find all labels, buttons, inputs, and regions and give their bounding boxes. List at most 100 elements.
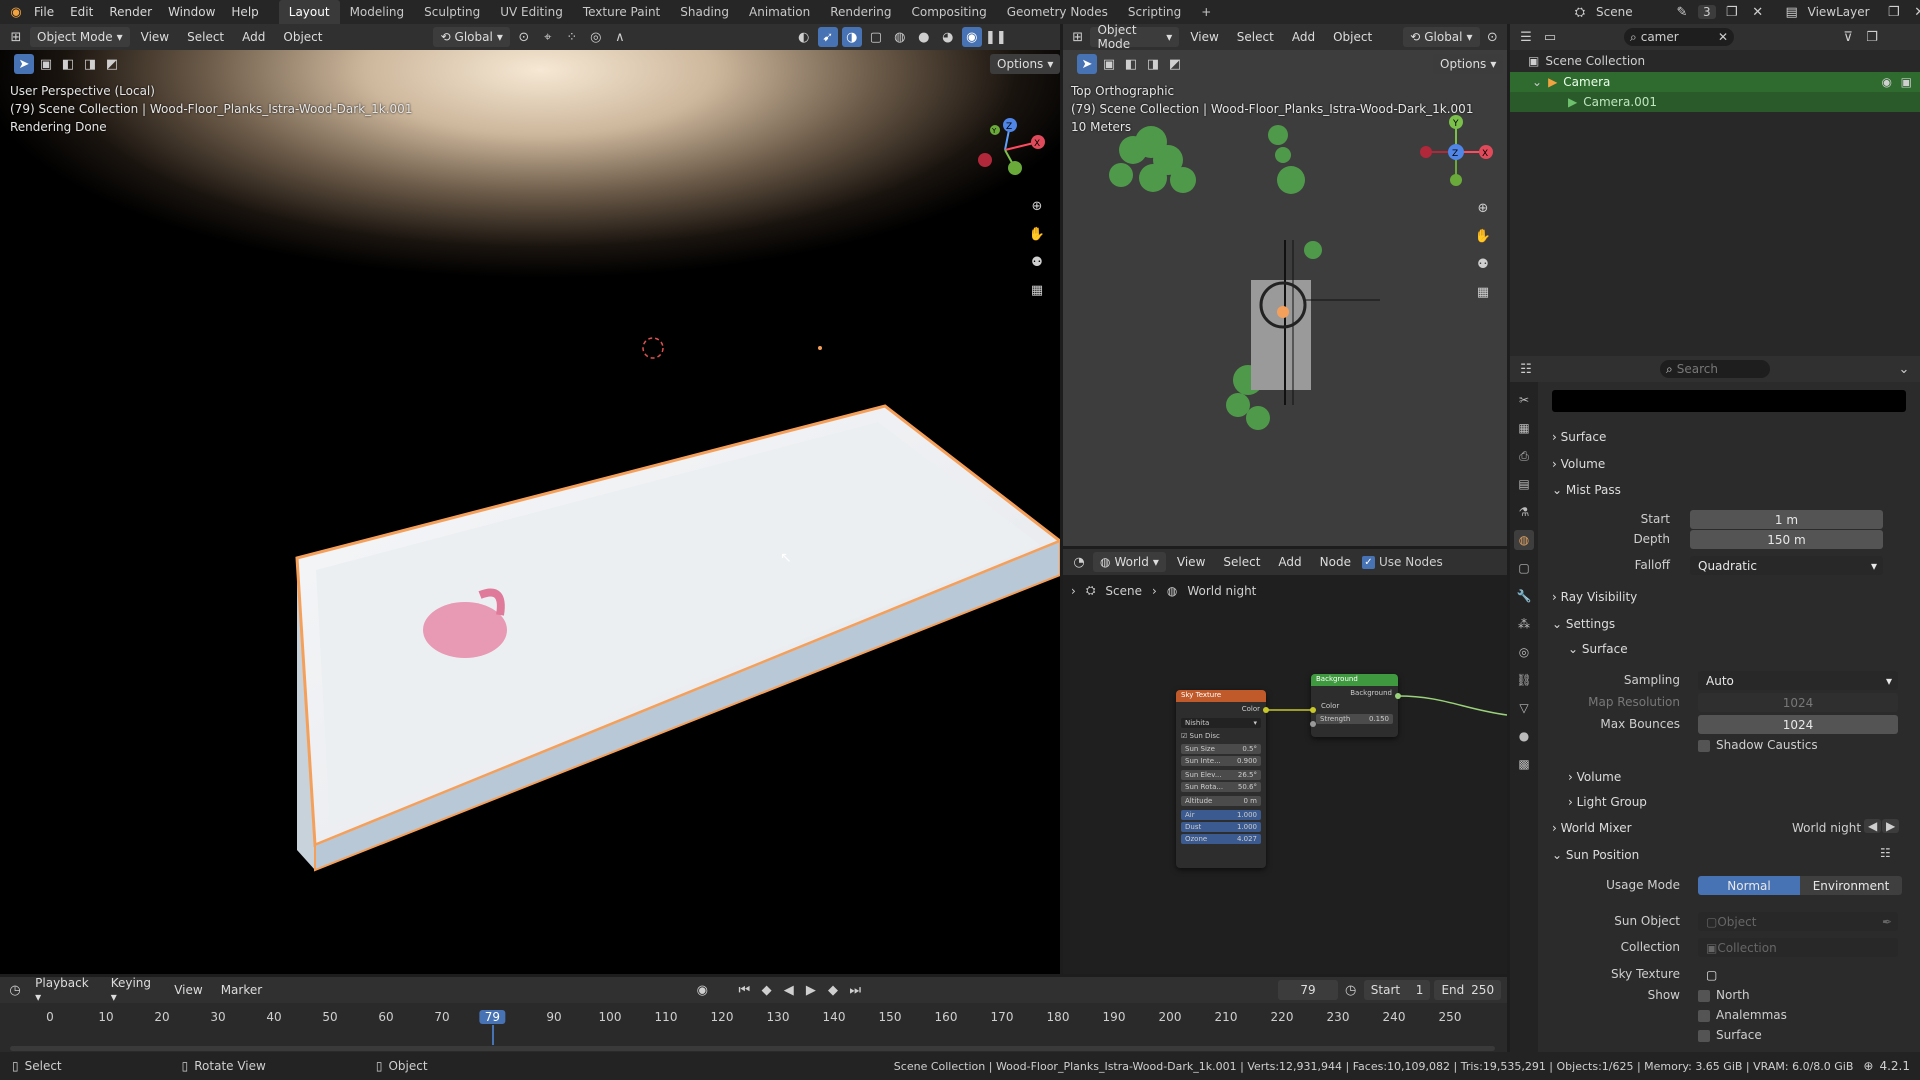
- shadow-caustics-checkbox[interactable]: [1698, 740, 1710, 752]
- transform-orientation-dropdown[interactable]: ⟲ Global ▾: [1403, 27, 1480, 47]
- mist-start-field[interactable]: 1 m: [1690, 510, 1883, 529]
- menu-view[interactable]: View: [1170, 555, 1212, 569]
- shading-wireframe-icon[interactable]: ◍: [890, 27, 910, 47]
- scene-icon[interactable]: ⛭: [1570, 2, 1590, 22]
- pin-icon[interactable]: ✎: [1672, 2, 1692, 22]
- menu-object[interactable]: Object: [276, 30, 329, 44]
- world-mixer-next-icon[interactable]: ▶: [1882, 819, 1900, 833]
- expand-icon[interactable]: ⌄: [1532, 75, 1542, 89]
- world-tab-icon[interactable]: ◍: [1514, 530, 1534, 550]
- subpanel-volume[interactable]: › Volume: [1568, 770, 1621, 784]
- zoom-icon[interactable]: ⊕: [1473, 198, 1493, 218]
- outliner[interactable]: ☰ ▭ ⌕ camer ✕ ⊽ ❐ ▣ Scene Collection ⌄ ▶…: [1510, 24, 1920, 356]
- use-nodes-checkbox[interactable]: ✓: [1361, 555, 1375, 569]
- particles-tab-icon[interactable]: ⁂: [1514, 614, 1534, 634]
- outliner-item-camera-data[interactable]: ▶ Camera.001: [1510, 92, 1920, 112]
- panel-settings[interactable]: ⌄ Settings: [1552, 617, 1615, 631]
- timeline-scrollbar[interactable]: [10, 1046, 1495, 1051]
- top-viewport[interactable]: ⊞ Object Mode ▾ View Select Add Object ⟲…: [1063, 24, 1507, 546]
- visibility-eye-icon[interactable]: ◉: [1882, 75, 1892, 89]
- show-north-checkbox[interactable]: [1698, 990, 1710, 1002]
- show-analemmas-checkbox[interactable]: [1698, 1010, 1710, 1022]
- strength-field[interactable]: Strength 0.150: [1316, 714, 1393, 724]
- menu-edit[interactable]: Edit: [62, 0, 101, 24]
- blender-logo-icon[interactable]: ◉: [6, 2, 26, 22]
- shader-type-dropdown[interactable]: ◍ World ▾: [1093, 552, 1166, 572]
- tab-rendering[interactable]: Rendering: [820, 0, 901, 24]
- tab-compositing[interactable]: Compositing: [901, 0, 996, 24]
- properties-editor[interactable]: ☷ ⌕ Search ⌄ ✂ ▦ ⎙ ▤ ⚗ ◍ ▢ 🔧 ⁂ ◎ ⛓ ▽ ● ▩…: [1510, 356, 1920, 1052]
- properties-search-input[interactable]: Search: [1677, 362, 1718, 376]
- new-collection-icon[interactable]: ❐: [1862, 27, 1882, 47]
- outliner-search-input[interactable]: camer: [1641, 30, 1714, 44]
- tab-texture-paint[interactable]: Texture Paint: [573, 0, 670, 24]
- show-surface-checkbox[interactable]: [1698, 1030, 1710, 1042]
- camera-view-icon[interactable]: ⚉: [1473, 254, 1493, 274]
- node-title[interactable]: Sky Texture: [1176, 690, 1266, 702]
- pan-hand-icon[interactable]: ✋: [1473, 226, 1493, 246]
- data-tab-icon[interactable]: ▽: [1514, 698, 1534, 718]
- max-bounces-field[interactable]: 1024: [1698, 715, 1898, 734]
- panel-volume[interactable]: › Volume: [1552, 457, 1605, 471]
- delete-scene-icon[interactable]: ✕: [1748, 2, 1768, 22]
- sky-texture-field[interactable]: ▢: [1698, 965, 1898, 984]
- sky-texture-node[interactable]: Sky Texture Color Nishita ▾ ☑ Sun Disc Su…: [1176, 690, 1266, 868]
- scene-tab-icon[interactable]: ⚗: [1514, 502, 1534, 522]
- node-field[interactable]: Dust 1.000: [1181, 822, 1261, 832]
- panel-surface[interactable]: › Surface: [1552, 430, 1606, 444]
- mist-depth-field[interactable]: 150 m: [1690, 530, 1883, 549]
- node-editor[interactable]: ◔ ◍ World ▾ View Select Add Node ✓ Use N…: [1063, 549, 1507, 974]
- physics-tab-icon[interactable]: ◎: [1514, 642, 1534, 662]
- scene-name[interactable]: Scene: [1596, 5, 1666, 19]
- sun-object-field[interactable]: ▢ Object ✒: [1698, 912, 1898, 931]
- list-icon[interactable]: ☷: [1880, 846, 1891, 860]
- node-field[interactable]: Altitude 0 m: [1181, 796, 1261, 806]
- panel-ray-visibility[interactable]: › Ray Visibility: [1552, 590, 1637, 604]
- subpanel-surface[interactable]: ⌄ Surface: [1568, 642, 1628, 656]
- menu-add[interactable]: Add: [1285, 30, 1322, 44]
- delete-view-layer-icon[interactable]: ✕: [1910, 2, 1920, 22]
- panel-sun-position[interactable]: ⌄ Sun Position: [1552, 848, 1639, 862]
- pool-object[interactable]: [0, 50, 1060, 974]
- usage-mode-environment[interactable]: Environment: [1800, 876, 1902, 895]
- menu-window[interactable]: Window: [160, 0, 223, 24]
- world-mixer-prev-icon[interactable]: ◀: [1864, 819, 1882, 833]
- proportional-edit-icon[interactable]: ◎: [586, 27, 606, 47]
- tab-animation[interactable]: Animation: [739, 0, 820, 24]
- playhead-line[interactable]: [492, 1025, 495, 1045]
- subpanel-light-group[interactable]: › Light Group: [1568, 795, 1647, 809]
- menu-select[interactable]: Select: [1230, 30, 1281, 44]
- pivot-icon[interactable]: ⊙: [1484, 27, 1501, 47]
- chevron-down-icon[interactable]: ⌄: [1894, 359, 1914, 379]
- eyedropper-icon[interactable]: ✒: [1882, 915, 1892, 929]
- node-field[interactable]: Sun Inte... 0.900: [1181, 756, 1261, 766]
- node-field[interactable]: Sun Size 0.5°: [1181, 744, 1261, 754]
- outliner-item-camera[interactable]: ⌄ ▶ Camera ◉ ▣: [1510, 72, 1920, 92]
- copy-view-layer-icon[interactable]: ❐: [1884, 2, 1904, 22]
- shading-material-icon[interactable]: ◕: [938, 27, 958, 47]
- menu-select[interactable]: Select: [1216, 555, 1267, 569]
- copy-scene-icon[interactable]: ❐: [1722, 2, 1742, 22]
- tab-modeling[interactable]: Modeling: [340, 0, 415, 24]
- visibility-icon[interactable]: ◐: [794, 27, 814, 47]
- mode-dropdown[interactable]: Object Mode ▾: [30, 27, 130, 47]
- output-tab-icon[interactable]: ⎙: [1514, 446, 1534, 466]
- usage-mode-normal[interactable]: Normal: [1698, 876, 1800, 895]
- filter-icon[interactable]: ⊽: [1838, 27, 1858, 47]
- editor-type-icon[interactable]: ☰: [1516, 27, 1536, 47]
- collection-field[interactable]: ▣ Collection: [1698, 938, 1898, 957]
- transform-orientation-dropdown[interactable]: ⟲ Global ▾: [433, 27, 510, 47]
- sampling-dropdown[interactable]: Auto ▾: [1698, 671, 1898, 690]
- editor-type-icon[interactable]: ⊞: [6, 27, 26, 47]
- add-workspace-icon[interactable]: +: [1191, 0, 1221, 24]
- tab-geometry-nodes[interactable]: Geometry Nodes: [997, 0, 1118, 24]
- menu-file[interactable]: File: [26, 0, 62, 24]
- editor-type-icon[interactable]: ☷: [1516, 359, 1536, 379]
- menu-object[interactable]: Object: [1326, 30, 1379, 44]
- use-nodes-toggle[interactable]: ✓ Use Nodes: [1361, 555, 1443, 569]
- snap-icon[interactable]: ⌖: [538, 27, 558, 47]
- xray-icon[interactable]: ▢: [866, 27, 886, 47]
- view-layer-tab-icon[interactable]: ▤: [1514, 474, 1534, 494]
- menu-help[interactable]: Help: [223, 0, 266, 24]
- tab-uv-editing[interactable]: UV Editing: [490, 0, 573, 24]
